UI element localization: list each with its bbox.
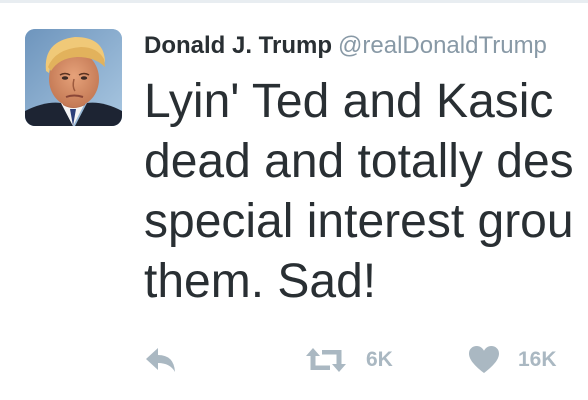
author-name[interactable]: Donald J. Trump: [144, 32, 332, 59]
retweet-icon: [304, 345, 348, 375]
avatar-image: [25, 29, 122, 126]
retweet-button[interactable]: 6K: [304, 342, 393, 378]
heart-icon: [468, 345, 500, 375]
reply-icon: [144, 345, 178, 375]
tweet-header: Donald J. Trump @realDonaldTrump: [144, 30, 547, 62]
tweet-card: Donald J. Trump @realDonaldTrump Lyin' Te…: [0, 0, 588, 400]
author-handle[interactable]: @realDonaldTrump: [338, 32, 547, 59]
tweet-text: Lyin' Ted and Kasic dead and totally des…: [144, 75, 574, 308]
retweet-count: 6K: [366, 348, 393, 371]
like-count: 16K: [518, 348, 557, 371]
tweet-actions: 6K 16K: [144, 342, 588, 378]
reply-button[interactable]: [144, 342, 178, 378]
avatar[interactable]: [25, 29, 122, 126]
like-button[interactable]: 16K: [468, 342, 557, 378]
